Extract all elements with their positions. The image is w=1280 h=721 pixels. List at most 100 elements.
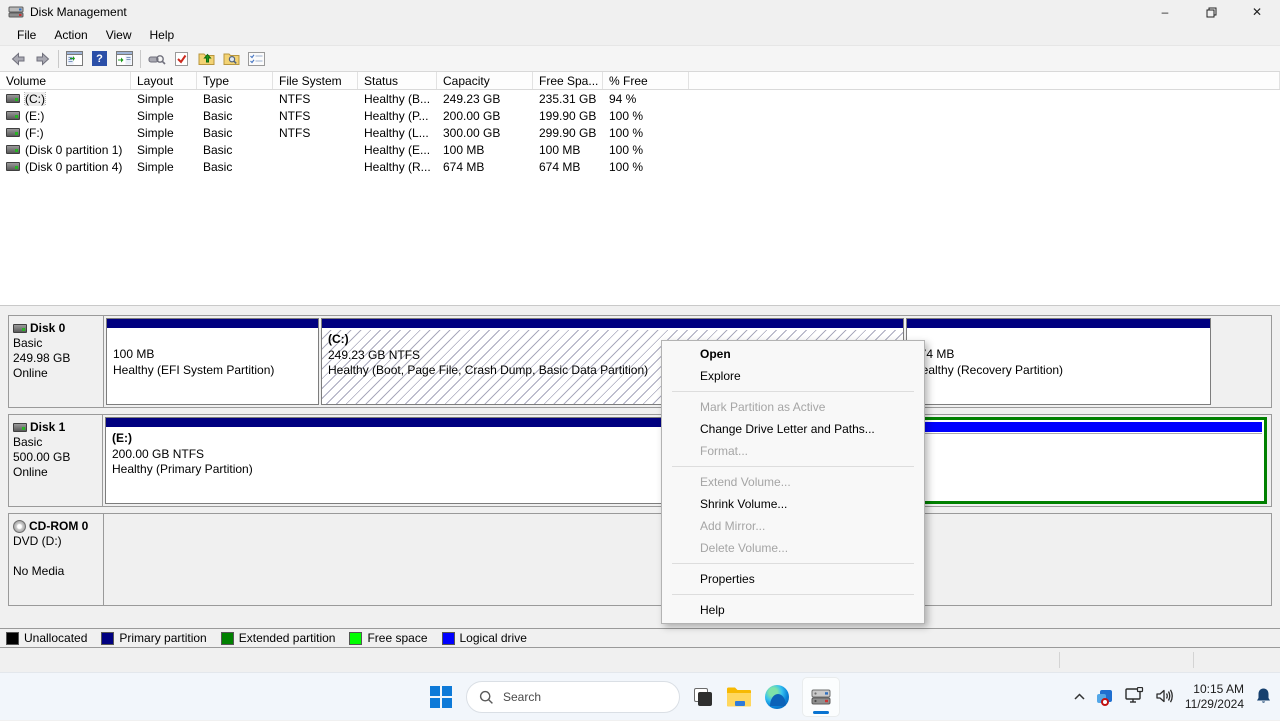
column-header-volume[interactable]: Volume	[0, 72, 131, 89]
context-menu-item[interactable]	[662, 462, 924, 471]
primary-partition-band	[907, 319, 1210, 330]
context-menu-item[interactable]: Extend Volume...	[662, 471, 924, 493]
context-menu-item[interactable]: Open	[662, 343, 924, 365]
legend-item: Unallocated	[6, 631, 87, 645]
rescan-button[interactable]	[144, 47, 169, 70]
toolbar: ?	[0, 45, 1280, 72]
volume-list-panel: Volume Layout Type File System Status Ca…	[0, 72, 1280, 306]
context-menu-item[interactable]: Shrink Volume...	[662, 493, 924, 515]
titlebar: Disk Management – ✕	[0, 0, 1280, 24]
partition-recovery[interactable]: 674 MB Healthy (Recovery Partition)	[906, 318, 1211, 405]
volume-row[interactable]: (E:) Simple Basic NTFS Healthy (P... 200…	[0, 107, 1280, 124]
column-header-file-system[interactable]: File System	[273, 72, 358, 89]
action-pane-icon	[116, 51, 133, 66]
context-menu: Open Explore Mark Partition as Active Ch…	[661, 340, 925, 624]
check-page-button[interactable]	[169, 47, 194, 70]
menu-help[interactable]: Help	[141, 25, 184, 45]
windows-logo-icon	[430, 686, 452, 708]
volume-disk-icon	[6, 162, 20, 171]
volume-row[interactable]: (Disk 0 partition 1) Simple Basic Health…	[0, 141, 1280, 158]
context-menu-item[interactable]: Properties	[662, 568, 924, 590]
legend-swatch	[6, 632, 19, 645]
minimize-button[interactable]: –	[1142, 0, 1188, 24]
folder-up-button[interactable]	[194, 47, 219, 70]
help-icon: ?	[92, 51, 107, 66]
menu-file[interactable]: File	[8, 25, 45, 45]
disk-management-taskbar-button[interactable]	[802, 677, 840, 717]
file-explorer-button[interactable]	[726, 684, 752, 710]
context-menu-item[interactable]: Explore	[662, 365, 924, 387]
volume-disk-icon	[6, 111, 20, 120]
restore-icon	[1206, 7, 1217, 18]
back-button[interactable]	[5, 47, 30, 70]
cdrom0-label[interactable]: CD-ROM 0 DVD (D:) No Media	[9, 514, 104, 605]
context-menu-item[interactable]: Format...	[662, 440, 924, 462]
disk-icon	[13, 324, 27, 333]
bell-icon	[1255, 687, 1272, 705]
tray-chevron-button[interactable]	[1073, 690, 1086, 704]
taskbar-clock[interactable]: 10:15 AM 11/29/2024	[1185, 682, 1244, 712]
forward-icon	[35, 51, 51, 67]
notifications-button[interactable]	[1255, 687, 1272, 708]
restore-button[interactable]	[1188, 0, 1234, 24]
console-tree-button[interactable]	[62, 47, 87, 70]
menu-action[interactable]: Action	[45, 25, 96, 45]
context-menu-item[interactable]	[662, 559, 924, 568]
network-icon	[1125, 687, 1144, 704]
primary-partition-band	[322, 319, 903, 330]
clock-time: 10:15 AM	[1185, 682, 1244, 697]
clock-date: 11/29/2024	[1185, 697, 1244, 712]
disk-management-icon	[809, 685, 833, 709]
context-menu-item[interactable]	[662, 387, 924, 396]
folder-up-icon	[198, 51, 215, 66]
context-menu-item[interactable]: Delete Volume...	[662, 537, 924, 559]
menu-view[interactable]: View	[97, 25, 141, 45]
legend-swatch	[349, 632, 362, 645]
volume-row[interactable]: (F:) Simple Basic NTFS Healthy (L... 300…	[0, 124, 1280, 141]
network-tray-button[interactable]	[1125, 687, 1144, 707]
forward-button[interactable]	[30, 47, 55, 70]
taskbar-search[interactable]: Search	[466, 681, 680, 713]
cd-rom-icon	[13, 520, 26, 533]
disk-icon	[13, 423, 27, 432]
action-pane-button[interactable]	[112, 47, 137, 70]
volume-row[interactable]: (Disk 0 partition 4) Simple Basic Health…	[0, 158, 1280, 175]
volume-rows: (C:) Simple Basic NTFS Healthy (B... 249…	[0, 90, 1280, 175]
column-header-type[interactable]: Type	[197, 72, 273, 89]
taskbar: Search	[0, 672, 1280, 720]
partition-efi[interactable]: 100 MB Healthy (EFI System Partition)	[106, 318, 319, 405]
folder-search-button[interactable]	[219, 47, 244, 70]
tray-status-icon[interactable]	[1097, 689, 1114, 706]
context-menu-item[interactable]: Add Mirror...	[662, 515, 924, 537]
legend-item: Free space	[349, 631, 427, 645]
edge-button[interactable]	[764, 684, 790, 710]
column-header-percent-free[interactable]: % Free	[603, 72, 689, 89]
context-menu-item[interactable]	[662, 590, 924, 599]
task-view-button[interactable]	[692, 686, 714, 708]
column-header-status[interactable]: Status	[358, 72, 437, 89]
graphical-view: Disk 0 Basic 249.98 GB Online 100 MB Hea…	[0, 312, 1280, 628]
column-header-free-space[interactable]: Free Spa...	[533, 72, 603, 89]
disk-row-disk0: Disk 0 Basic 249.98 GB Online 100 MB Hea…	[8, 315, 1272, 408]
volume-tray-button[interactable]	[1155, 688, 1174, 707]
search-icon	[479, 690, 494, 705]
volume-row[interactable]: (C:) Simple Basic NTFS Healthy (B... 249…	[0, 90, 1280, 107]
status-bar-divider	[1193, 652, 1194, 668]
legend-bar: Unallocated Primary partition Extended p…	[0, 628, 1280, 648]
checklist-button[interactable]	[244, 47, 269, 70]
disk1-label[interactable]: Disk 1 Basic 500.00 GB Online	[9, 415, 103, 506]
disk0-label[interactable]: Disk 0 Basic 249.98 GB Online	[9, 316, 104, 407]
app-icon	[8, 4, 24, 20]
disk-row-cdrom0: CD-ROM 0 DVD (D:) No Media	[8, 513, 1272, 606]
start-button[interactable]	[428, 684, 454, 710]
column-header-capacity[interactable]: Capacity	[437, 72, 533, 89]
help-button[interactable]: ?	[87, 47, 112, 70]
legend-item: Extended partition	[221, 631, 336, 645]
column-header-layout[interactable]: Layout	[131, 72, 197, 89]
context-menu-item[interactable]: Help	[662, 599, 924, 621]
edge-icon	[765, 685, 789, 709]
context-menu-item[interactable]: Mark Partition as Active	[662, 396, 924, 418]
close-button[interactable]: ✕	[1234, 0, 1280, 24]
legend-item: Primary partition	[101, 631, 206, 645]
context-menu-item[interactable]: Change Drive Letter and Paths...	[662, 418, 924, 440]
